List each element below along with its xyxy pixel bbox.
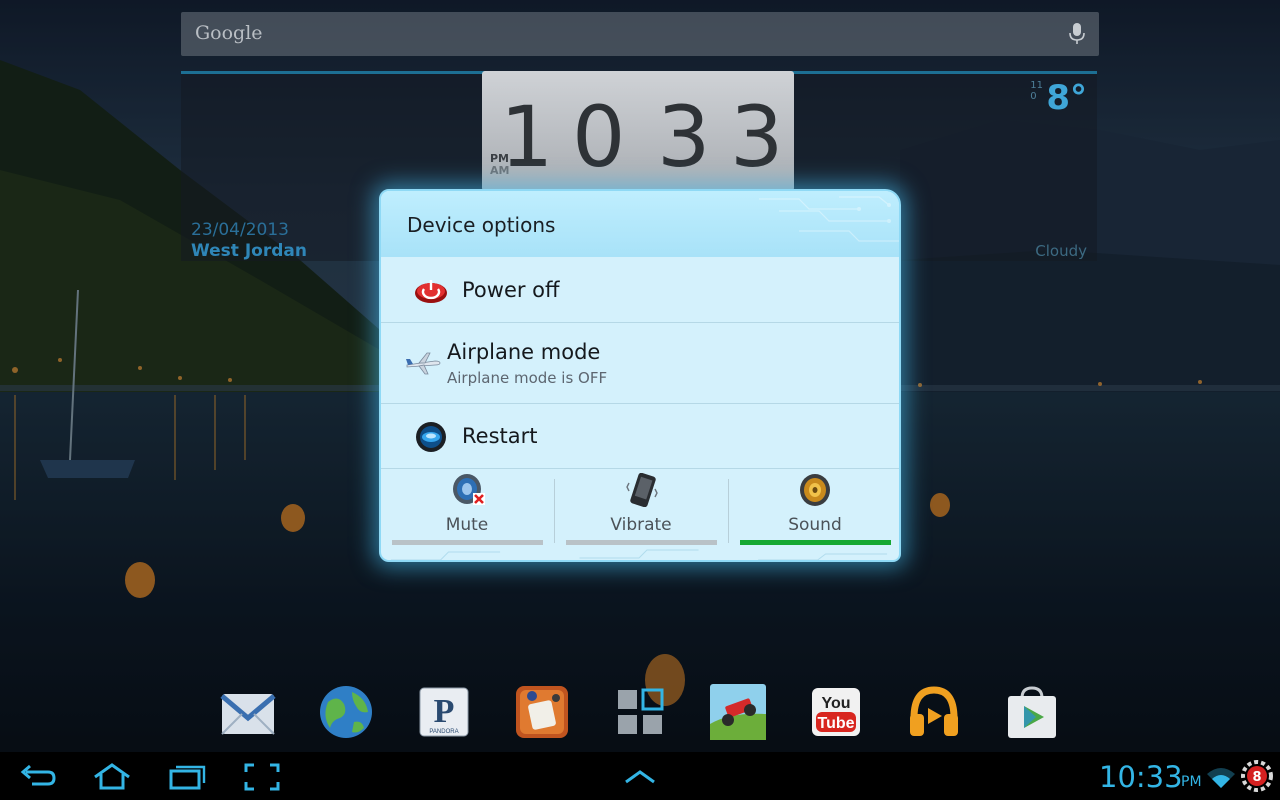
- weather-small-digit-top: 11: [1030, 80, 1043, 91]
- mute-speaker-icon: [453, 474, 485, 505]
- vibrate-label: Vibrate: [610, 515, 672, 535]
- status-bar-ampm: PM: [1181, 774, 1202, 790]
- circuit-decoration: [759, 196, 899, 242]
- dialog-header: Device options: [381, 191, 899, 257]
- svg-text:Tube: Tube: [817, 715, 854, 732]
- microphone-icon[interactable]: [1069, 23, 1085, 45]
- sound-indicator: [740, 540, 891, 545]
- game-app-icon[interactable]: [514, 684, 570, 740]
- vibrate-phone-icon: [626, 473, 658, 507]
- hill-climb-app-icon[interactable]: [710, 684, 766, 740]
- dialog-title: Device options: [407, 213, 556, 237]
- email-app-icon[interactable]: [220, 684, 276, 740]
- youtube-app-icon[interactable]: You Tube: [808, 684, 864, 740]
- mute-label: Mute: [445, 515, 489, 535]
- restart-label: Restart: [462, 424, 538, 448]
- weather-small-digits: 11 0: [1030, 80, 1043, 102]
- chevron-up-icon[interactable]: [620, 762, 660, 792]
- search-placeholder: Google: [195, 22, 263, 44]
- sound-profile-selector: Mute Vibrate Sound: [381, 468, 899, 560]
- airplane-mode-status: Airplane mode is OFF: [447, 369, 608, 387]
- widget-location: West Jordan: [191, 241, 307, 261]
- clock-hour-tens: 1: [500, 88, 554, 186]
- weather-temperature: 8°: [1046, 78, 1087, 118]
- wifi-icon: [1207, 768, 1235, 788]
- svg-text:P: P: [434, 693, 455, 730]
- play-music-app-icon[interactable]: [906, 684, 962, 740]
- speaker-icon: [800, 474, 830, 506]
- power-off-option[interactable]: Power off: [381, 257, 899, 322]
- vibrate-indicator: [566, 540, 717, 545]
- app-drawer-icon[interactable]: [612, 684, 668, 740]
- device-options-dialog: Device options Power off Airplane mode A…: [379, 189, 901, 562]
- notification-count: 8: [1252, 770, 1261, 785]
- svg-text:You: You: [821, 695, 850, 712]
- power-off-label: Power off: [462, 278, 560, 302]
- play-store-app-icon[interactable]: [1004, 684, 1060, 740]
- pandora-app-icon[interactable]: P PANDORA: [416, 684, 472, 740]
- sound-label: Sound: [788, 515, 842, 535]
- weather-condition: Cloudy: [1035, 242, 1087, 260]
- widget-date: 23/04/2013: [191, 220, 289, 240]
- google-search-bar[interactable]: Google: [181, 12, 1099, 56]
- restart-icon: [416, 422, 446, 452]
- clock-minute-ones: 3: [730, 88, 784, 186]
- browser-app-icon[interactable]: [318, 684, 374, 740]
- back-icon[interactable]: [18, 762, 58, 792]
- weather-small-digit-bottom: 0: [1030, 91, 1037, 102]
- status-bar-clock[interactable]: 10:33: [1099, 760, 1183, 794]
- airplane-mode-option[interactable]: Airplane mode Airplane mode is OFF: [381, 322, 899, 403]
- restart-option[interactable]: Restart: [381, 403, 899, 468]
- mute-indicator: [392, 540, 543, 545]
- notification-badge[interactable]: 8: [1241, 760, 1273, 792]
- airplane-icon: [406, 352, 441, 375]
- circuit-decoration: [390, 549, 888, 560]
- airplane-mode-label: Airplane mode: [447, 340, 601, 364]
- system-navigation-bar: 10:33 PM: [0, 752, 1280, 800]
- power-icon: [415, 280, 447, 303]
- fullscreen-icon[interactable]: [242, 762, 282, 792]
- home-icon[interactable]: [92, 762, 132, 792]
- clock-hour-ones: 0: [572, 88, 626, 186]
- recent-apps-icon[interactable]: [168, 762, 208, 792]
- clock-minute-tens: 3: [657, 88, 711, 186]
- flip-clock: PM AM 1 0 3 3: [482, 71, 794, 191]
- svg-text:PANDORA: PANDORA: [429, 729, 458, 735]
